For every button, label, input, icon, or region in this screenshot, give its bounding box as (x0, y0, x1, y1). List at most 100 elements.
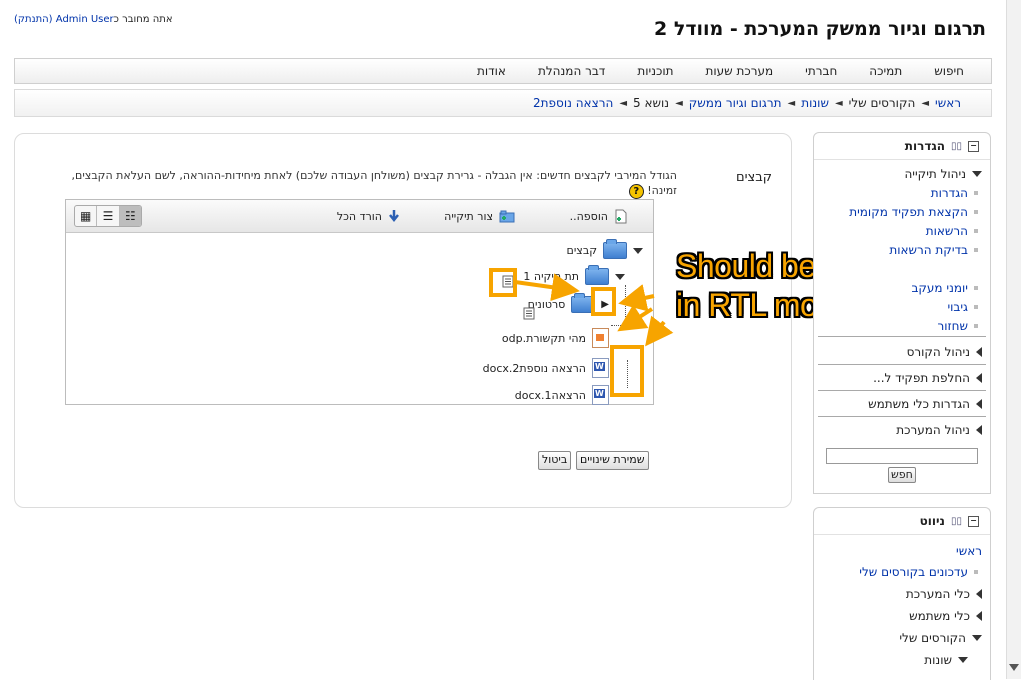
page-scrollbar[interactable] (1006, 0, 1021, 679)
settings-item-label: ניהול המערכת (896, 423, 970, 437)
settings-item-switch-role[interactable]: החלפת תפקיד ל... (814, 371, 990, 385)
tree-label-file3: הרצאה1.docx (514, 388, 586, 402)
nav-item-home[interactable]: ראשי (814, 544, 990, 558)
nav-item-label: כלי משתמש (909, 609, 970, 623)
folder-icon (603, 239, 627, 259)
presentation-file-icon (592, 328, 609, 348)
settings-subitem-label[interactable]: הגדרות (931, 186, 968, 200)
nav-item-user-tools[interactable]: כלי משתמש (814, 609, 990, 623)
admin-search-input[interactable] (826, 448, 978, 464)
settings-block: − ▯▯ הגדרות ניהול תיקייה הגדרות הקצאת תפ… (813, 132, 991, 494)
settings-block-header: − ▯▯ הגדרות (814, 133, 990, 160)
settings-subitem-label[interactable]: הקצאת תפקיד מקומית (849, 205, 968, 219)
collapsed-icon (976, 425, 982, 435)
dock-icon[interactable]: ▯▯ (951, 141, 962, 152)
bullet-icon (974, 229, 978, 233)
settings-item-course-admin[interactable]: ניהול הקורס (814, 345, 990, 359)
nav-item-updates[interactable]: עדכונים בקורסים שלי (814, 565, 990, 579)
settings-subitem-label[interactable]: בדיקת הרשאות (889, 243, 968, 257)
expanded-icon (972, 171, 982, 177)
word-file-icon: W (592, 358, 609, 378)
nav-item-label[interactable]: ראשי (956, 544, 982, 558)
create-folder-button[interactable]: צור תיקייה (444, 209, 515, 223)
tree-row-subfolder[interactable]: תת תיקיה 1 (523, 265, 625, 285)
settings-item-folder-admin[interactable]: ניהול תיקייה (814, 167, 990, 181)
download-icon (389, 210, 399, 223)
settings-subitem-label[interactable]: גיבוי (947, 300, 968, 314)
menu-item-search[interactable]: חיפוש (918, 64, 991, 78)
max-size-note: הגודל המירבי לקבצים חדשים: אין הגבלה - ג… (67, 168, 677, 199)
cancel-button[interactable]: ביטול (538, 451, 572, 470)
nav-item-label[interactable]: עדכונים בקורסים שלי (859, 565, 968, 579)
tree-row-file-docx2[interactable]: W הרצאה נוספת2.docx (483, 358, 609, 378)
menu-item-programs[interactable]: תוכניות (621, 64, 689, 78)
view-icons-button[interactable]: ▦ (75, 206, 98, 226)
collapse-block-icon[interactable]: − (968, 140, 979, 152)
bullet-icon (974, 191, 978, 195)
settings-item-site-admin[interactable]: ניהול המערכת (814, 423, 990, 437)
view-tree-button[interactable]: ☷ (119, 206, 141, 226)
menu-item-principal[interactable]: דבר המנהלת (522, 64, 621, 78)
tree-connector-line (611, 325, 625, 326)
settings-subitem[interactable]: גיבוי (814, 300, 990, 314)
collapsed-icon (976, 347, 982, 357)
save-changes-button[interactable]: שמירת שינויים (576, 451, 649, 470)
scroll-down-icon[interactable] (1009, 664, 1019, 671)
bullet-icon (974, 210, 978, 214)
annotation-highlight-box (489, 268, 517, 297)
settings-subitem-label[interactable]: יומני מעקב (911, 281, 968, 295)
breadcrumb-course[interactable]: תרגום וגיור ממשק (689, 96, 782, 110)
nav-item-misc[interactable]: שונות (814, 653, 990, 667)
grid-icon: ▦ (79, 209, 92, 223)
download-all-button[interactable]: הורד הכל (337, 209, 400, 223)
download-all-label: הורד הכל (336, 209, 382, 223)
settings-item-user-tools[interactable]: הגדרות כלי משתמש (814, 397, 990, 411)
settings-item-label: הגדרות כלי משתמש (868, 397, 970, 411)
logout-link[interactable]: (התנתק) (14, 14, 53, 25)
expanded-icon (958, 657, 968, 663)
settings-block-title: הגדרות (904, 139, 945, 153)
breadcrumb-my-courses[interactable]: הקורסים שלי (849, 96, 916, 110)
settings-subitem[interactable]: הגדרות (814, 186, 990, 200)
expand-toggle-icon[interactable] (633, 247, 643, 254)
menu-item-social[interactable]: חברתי (789, 64, 853, 78)
dock-icon[interactable]: ▯▯ (951, 516, 962, 527)
settings-subitem-label[interactable]: הרשאות (926, 224, 968, 238)
settings-subitem[interactable]: הרשאות (814, 224, 990, 238)
collapsed-icon (976, 589, 982, 599)
menu-item-about[interactable]: אודות (461, 64, 522, 78)
breadcrumb-misc[interactable]: שונות (801, 96, 829, 110)
nav-item-label: כלי המערכת (905, 587, 970, 601)
settings-item-label: החלפת תפקיד ל... (873, 371, 970, 385)
view-list-button[interactable]: ☰ (97, 206, 120, 226)
breadcrumb-separator: ◄ (834, 97, 843, 109)
admin-search-button[interactable]: חפש (888, 467, 916, 483)
settings-subitem[interactable]: בדיקת הרשאות (814, 243, 990, 257)
max-size-text: הגודל המירבי לקבצים חדשים: אין הגבלה - ג… (71, 169, 677, 197)
menu-item-timetable[interactable]: מערכת שעות (690, 64, 790, 78)
nav-item-my-courses[interactable]: הקורסים שלי (814, 631, 990, 645)
tree-icon: ☷ (124, 209, 136, 223)
nav-item-site-tools[interactable]: כלי המערכת (814, 587, 990, 601)
add-file-button[interactable]: הוספה.. (570, 209, 628, 224)
expand-toggle-icon[interactable] (615, 273, 625, 280)
add-file-label: הוספה.. (569, 210, 608, 223)
menu-item-support[interactable]: תמיכה (853, 64, 918, 78)
breadcrumb-home[interactable]: ראשי (935, 96, 961, 110)
file-manager-toolbar: הוספה.. צור תיקייה הורד הכל ▦ ☰ ☷ (66, 200, 653, 233)
login-user-link[interactable]: Admin User (56, 14, 114, 25)
help-icon[interactable]: ? (628, 183, 644, 199)
settings-subitem[interactable]: יומני מעקב (814, 281, 990, 295)
tree-row-file-odp[interactable]: מהי תקשורת.odp (502, 328, 609, 348)
bullet-icon (974, 286, 978, 290)
collapse-block-icon[interactable]: − (968, 515, 979, 527)
tree-row-root[interactable]: קבצים (567, 239, 643, 259)
custom-menu: חיפוש תמיכה חברתי מערכת שעות תוכניות דבר… (14, 58, 992, 84)
tree-row-file-docx1[interactable]: W הרצאה1.docx (515, 385, 609, 405)
divider (818, 364, 986, 365)
settings-subitem-label[interactable]: שחזור (937, 319, 968, 333)
settings-subitem[interactable]: שחזור (814, 319, 990, 333)
breadcrumb-current[interactable]: הרצאה נוספת2 (533, 96, 613, 110)
settings-subitem[interactable]: הקצאת תפקיד מקומית (814, 205, 990, 219)
nav-item-label: שונות (924, 653, 952, 667)
